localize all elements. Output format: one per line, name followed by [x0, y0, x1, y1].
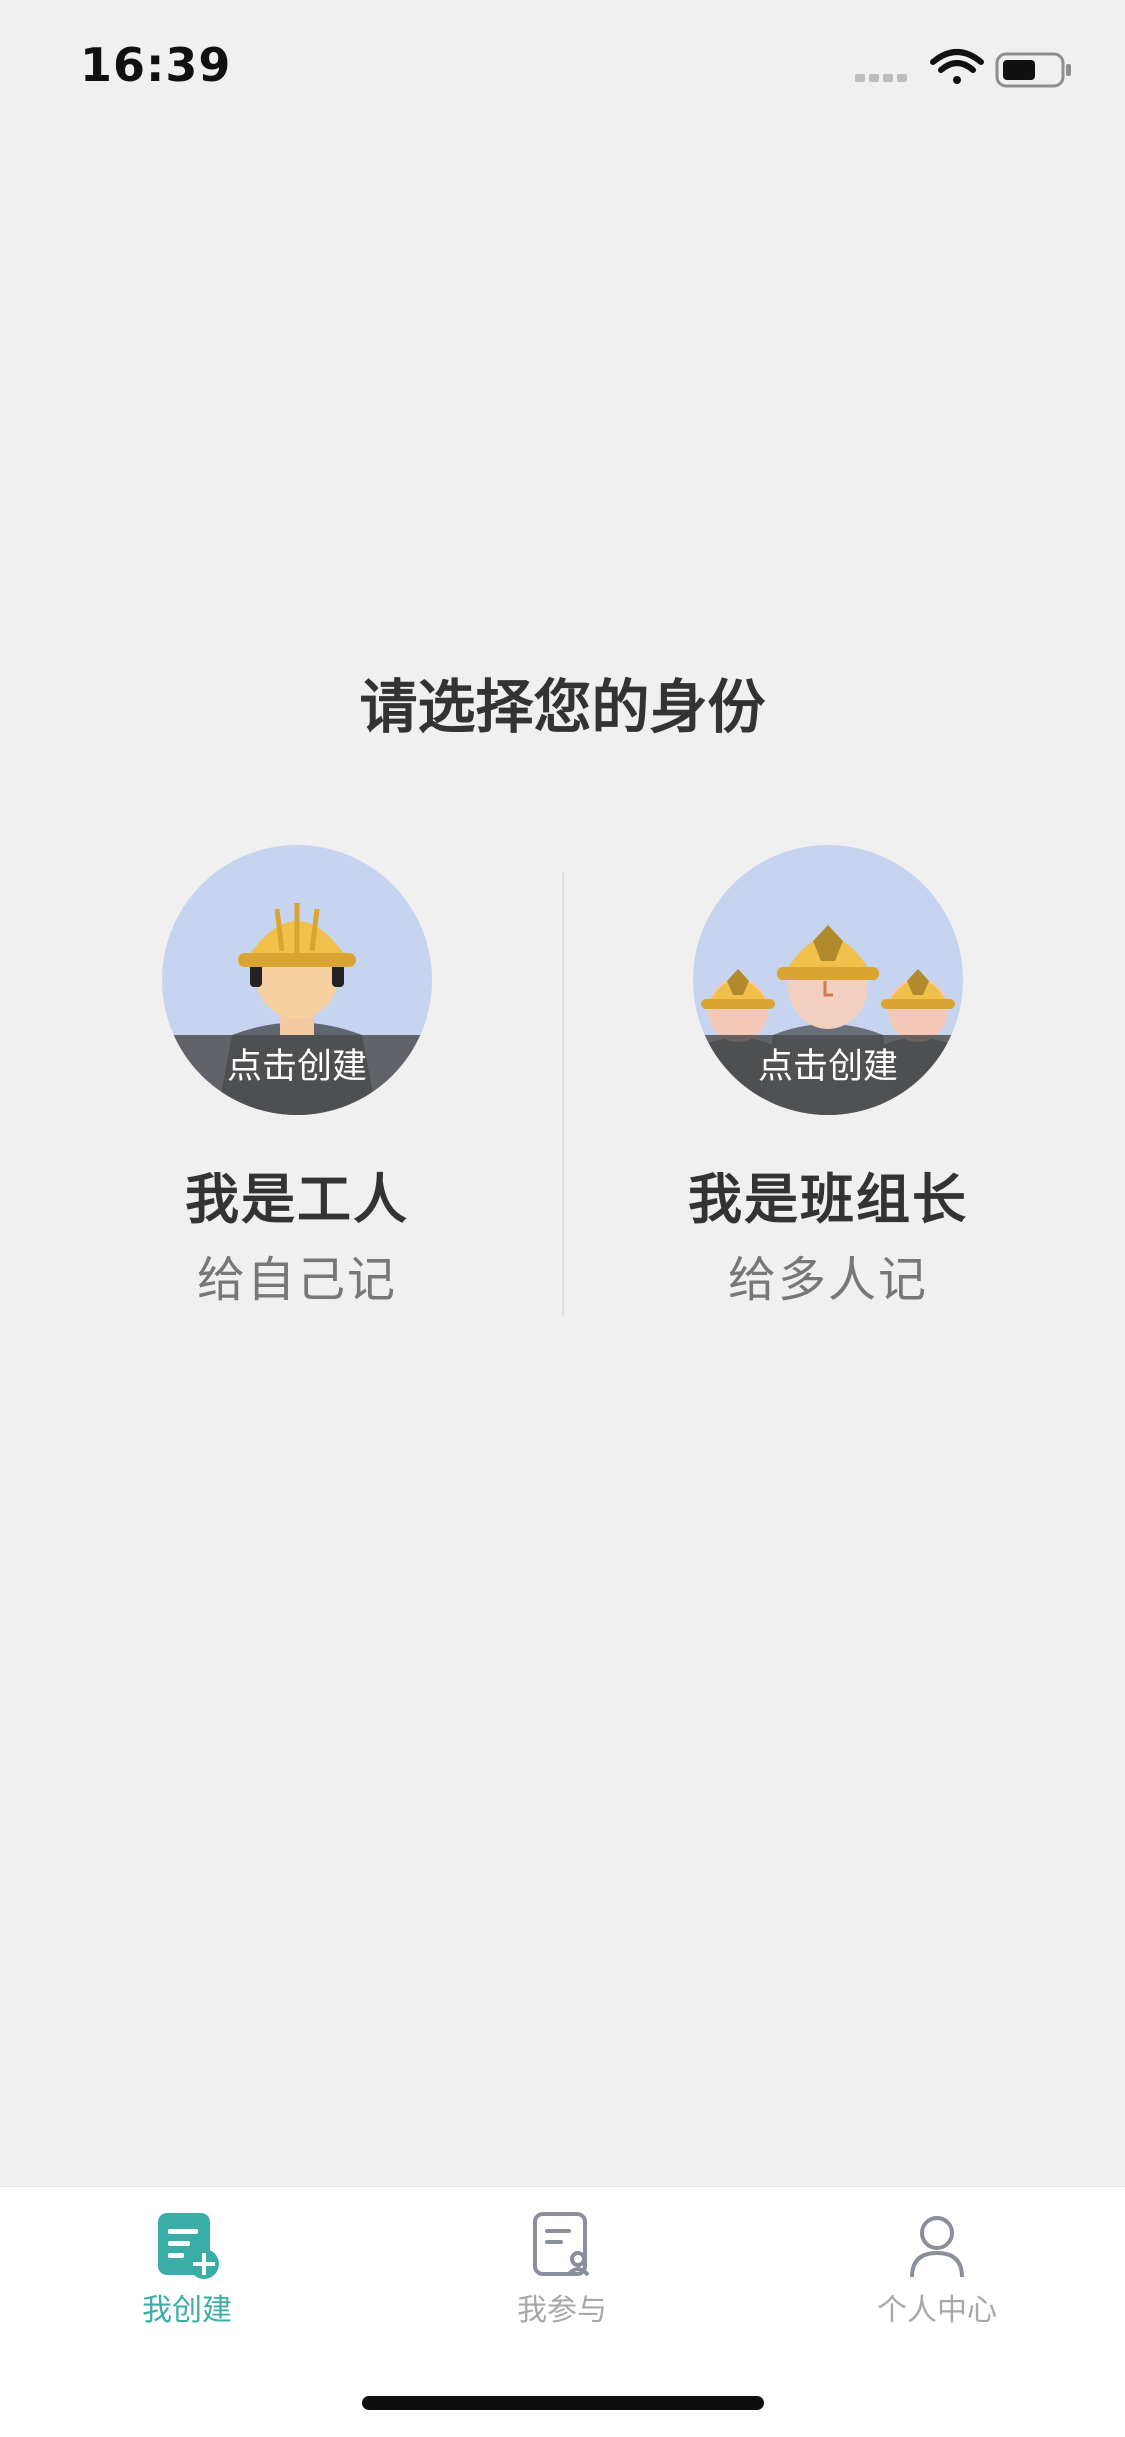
battery-icon: [995, 52, 1071, 88]
avatar-overlay-label: 点击创建: [693, 1035, 963, 1115]
status-time: 16:39: [80, 38, 232, 92]
tab-label: 个人中心: [877, 2293, 997, 2328]
option-title: 我是工人: [185, 1168, 409, 1231]
divider: [562, 872, 564, 1316]
option-team-leader[interactable]: 点击创建 我是班组长 给多人记: [608, 845, 1048, 1310]
user-profile-icon: [902, 2211, 972, 2281]
tab-create[interactable]: 我创建: [87, 2211, 287, 2329]
participate-record-icon: [527, 2211, 597, 2281]
team-leader-avatar[interactable]: 点击创建: [693, 845, 963, 1115]
option-subtitle: 给多人记: [727, 1252, 928, 1308]
tab-label: 我创建: [142, 2293, 232, 2328]
page-title: 请选择您的身份: [359, 673, 766, 741]
avatar-overlay-label: 点击创建: [162, 1035, 432, 1115]
create-record-icon: [152, 2211, 222, 2281]
tab-participate[interactable]: 我参与: [462, 2211, 662, 2329]
option-title: 我是班组长: [688, 1168, 968, 1231]
signal-icon: [855, 74, 907, 82]
status-icons: [855, 44, 1085, 94]
option-subtitle: 给自己记: [196, 1252, 397, 1308]
status-bar: 16:39: [0, 0, 1125, 130]
wifi-icon: [930, 49, 984, 84]
worker-avatar[interactable]: 点击创建: [162, 845, 432, 1115]
option-worker[interactable]: 点击创建 我是工人 给自己记: [77, 845, 517, 1310]
tab-profile[interactable]: 个人中心: [837, 2211, 1037, 2329]
tab-label: 我参与: [517, 2293, 607, 2328]
home-indicator: [362, 2396, 764, 2410]
